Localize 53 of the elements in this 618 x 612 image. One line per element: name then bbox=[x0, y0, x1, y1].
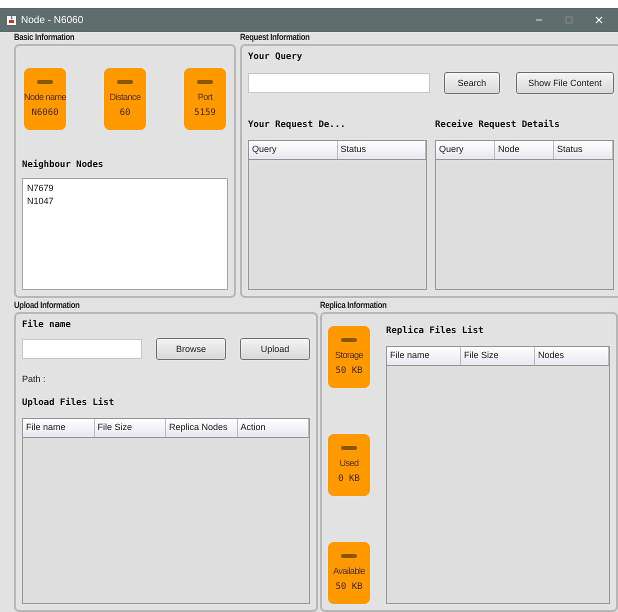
slot-icon bbox=[37, 80, 53, 84]
column-header[interactable]: Status bbox=[338, 141, 426, 159]
replica-list-title: Replica Files List bbox=[386, 326, 485, 336]
column-header[interactable]: File Size bbox=[94, 419, 166, 437]
list-item[interactable]: N7679 bbox=[27, 183, 223, 193]
column-header[interactable]: Status bbox=[554, 141, 613, 159]
close-icon[interactable] bbox=[594, 15, 604, 25]
card-value: 60 bbox=[120, 108, 130, 118]
slot-icon bbox=[341, 446, 357, 450]
card-label: Node name bbox=[24, 92, 66, 102]
card-value: N6060 bbox=[31, 108, 59, 118]
column-header[interactable]: File name bbox=[387, 347, 461, 365]
neighbours-label: Neighbour Nodes bbox=[22, 160, 104, 170]
card-value: 0 KB bbox=[338, 474, 360, 484]
column-header[interactable]: File name bbox=[23, 419, 94, 437]
section-title: Replica Information bbox=[320, 300, 388, 312]
section-title: Request Information bbox=[240, 32, 311, 44]
browse-button[interactable]: Browse bbox=[156, 338, 226, 360]
query-label: Your Query bbox=[248, 52, 304, 62]
card-value: 50 KB bbox=[335, 366, 363, 376]
column-header[interactable]: Nodes bbox=[535, 347, 609, 365]
column-header[interactable]: Node bbox=[495, 141, 554, 159]
card-label: Used bbox=[339, 458, 358, 468]
file-name-field[interactable] bbox=[22, 339, 142, 359]
card-label: Storage bbox=[334, 350, 364, 360]
card-value: 50 KB bbox=[335, 582, 363, 592]
search-button[interactable]: Search bbox=[444, 72, 500, 94]
card-label: Distance bbox=[109, 92, 140, 102]
upload-button[interactable]: Upload bbox=[240, 338, 310, 360]
slot-icon bbox=[341, 554, 357, 558]
slot-icon bbox=[197, 80, 213, 84]
window-title: Node - N6060 bbox=[21, 14, 84, 26]
query-field[interactable] bbox=[248, 73, 430, 93]
list-item[interactable]: N1047 bbox=[27, 196, 223, 206]
section-title: Basic Information bbox=[14, 32, 76, 44]
path-label: Path : bbox=[22, 374, 47, 384]
slot-icon bbox=[117, 80, 133, 84]
show-file-content-button[interactable]: Show File Content bbox=[516, 72, 614, 94]
column-header[interactable]: Query bbox=[249, 141, 338, 159]
card-label: Available bbox=[333, 566, 365, 576]
maximize-icon[interactable] bbox=[564, 15, 574, 25]
upload-list-title: Upload Files List bbox=[22, 398, 116, 408]
card-label: Port bbox=[198, 92, 212, 102]
section-title: Upload Information bbox=[14, 300, 81, 312]
file-name-label: File name bbox=[22, 320, 72, 330]
table-title: Your Request De... bbox=[248, 120, 347, 130]
column-header[interactable]: Query bbox=[436, 141, 495, 159]
table-title: Receive Request Details bbox=[435, 120, 561, 130]
column-header[interactable]: File Size bbox=[461, 347, 535, 365]
column-header[interactable]: Replica Nodes bbox=[166, 419, 238, 437]
slot-icon bbox=[341, 338, 357, 342]
column-header[interactable]: Action bbox=[238, 419, 309, 437]
card-value: 5159 bbox=[194, 108, 216, 118]
